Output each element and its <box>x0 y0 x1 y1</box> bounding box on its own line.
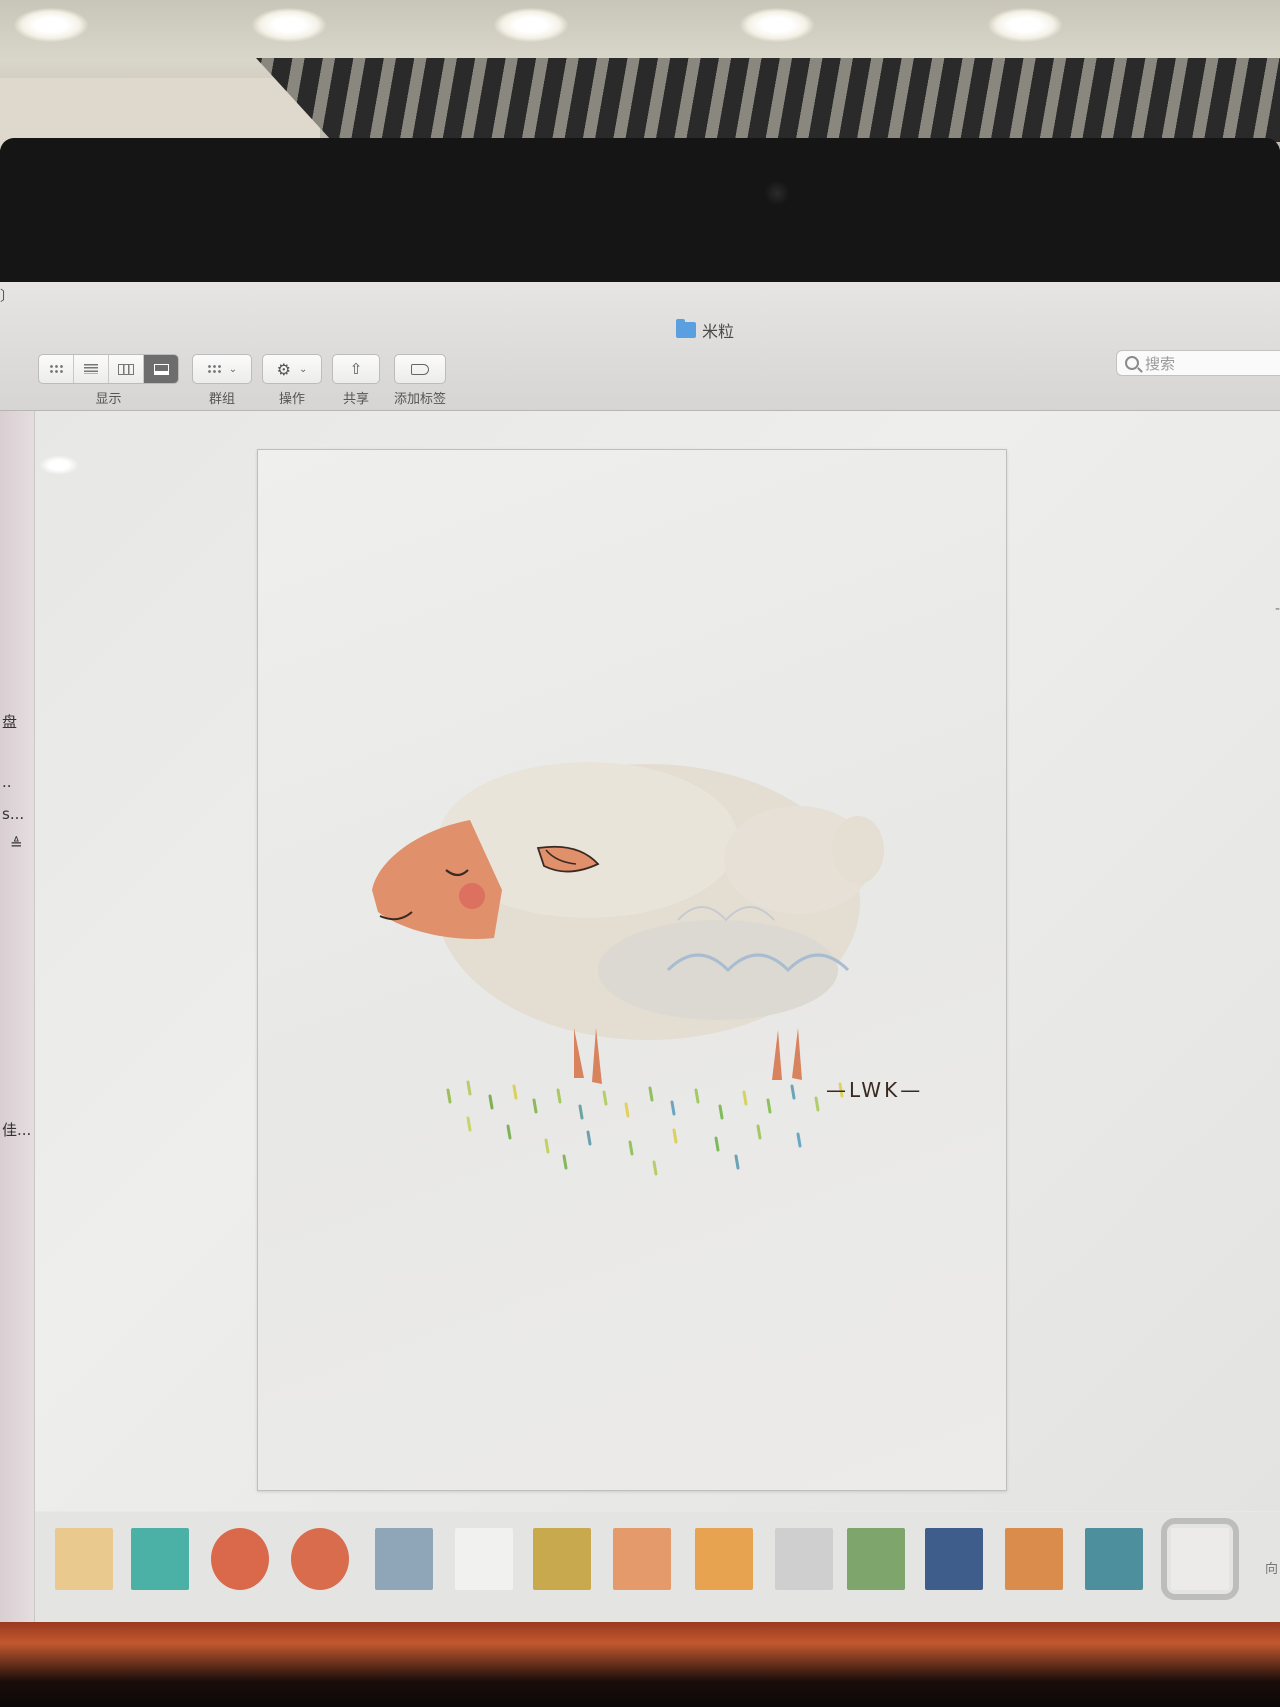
grid-icon <box>49 364 63 374</box>
ceiling-lamp <box>494 8 568 42</box>
search-icon <box>1125 356 1139 370</box>
view-mode-group: 显示 <box>38 354 179 407</box>
thumbnail-image <box>775 1528 833 1590</box>
group-by-control[interactable]: ⌄ <box>193 355 251 383</box>
tag-icon <box>411 363 429 375</box>
view-mode-label: 显示 <box>95 392 122 407</box>
thumbnail[interactable] <box>1085 1528 1143 1590</box>
sidebar: 盘 .. s... ≜ 佳... <box>0 411 35 1622</box>
share-label: 共享 <box>342 392 369 407</box>
thumbnail-image <box>847 1528 905 1590</box>
sheep-illustration <box>372 762 884 1176</box>
share-group: ⇧ 共享 <box>332 354 380 407</box>
thumbnail[interactable] <box>291 1528 349 1590</box>
add-tag-control[interactable] <box>395 355 445 383</box>
thumbnail-image <box>375 1528 433 1590</box>
thumbnail[interactable] <box>847 1528 905 1590</box>
add-tag-label: 添加标签 <box>394 392 447 407</box>
thumbnail[interactable] <box>613 1528 671 1590</box>
thumbnail-image <box>455 1528 513 1590</box>
window-title: 米粒 <box>676 319 735 341</box>
sheep-leg <box>792 1028 802 1080</box>
thumbnail[interactable] <box>925 1528 983 1590</box>
sidebar-item-fragment[interactable]: .. <box>2 773 12 791</box>
room-ceiling <box>0 0 1280 150</box>
group-by-button[interactable]: ⌄ <box>192 354 252 384</box>
sheep-leg <box>574 1028 584 1078</box>
ceiling-lamp <box>740 8 814 42</box>
cover-flow-view-button[interactable] <box>144 355 178 383</box>
action-control[interactable]: ⚙ ⌄ <box>263 355 321 383</box>
thumbnail[interactable] <box>375 1528 433 1590</box>
list-icon <box>84 364 98 374</box>
list-view-button[interactable] <box>74 355 109 383</box>
action-button[interactable]: ⚙ ⌄ <box>262 354 322 384</box>
thumbnail[interactable] <box>695 1528 753 1590</box>
sheep-leg <box>772 1030 782 1080</box>
group-by-label: 群组 <box>208 392 235 407</box>
sidebar-item-fragment[interactable]: 佳... <box>2 1119 31 1140</box>
share-button[interactable]: ⇧ <box>332 354 380 384</box>
thumbnail-selected[interactable] <box>1161 1518 1239 1600</box>
window-title-text: 米粒 <box>702 322 735 341</box>
search-field[interactable]: 搜索 <box>1116 350 1280 376</box>
finder-toolbar: 〕 米粒 显示 ⌄ 群组 ⚙ ⌄ 操作 ⇧ 共享 添加标签 搜索 <box>0 282 1280 411</box>
desk-surface <box>0 1622 1280 1707</box>
sheep-cheek <box>459 883 485 909</box>
thumbnail-image <box>1085 1528 1143 1590</box>
menu-fragment: 〕 <box>0 289 14 305</box>
thumbnail[interactable] <box>1005 1528 1063 1590</box>
group-by-group: ⌄ 群组 <box>192 354 252 407</box>
gear-icon: ⚙ <box>276 359 291 379</box>
chevron-down-icon: ⌄ <box>298 363 308 375</box>
group-grid-icon <box>206 364 221 374</box>
columns-icon <box>118 363 134 375</box>
screen: 〕 米粒 显示 ⌄ 群组 ⚙ ⌄ 操作 ⇧ 共享 添加标签 搜索 盘 .. s.… <box>0 282 1280 1622</box>
thumbnail-image <box>211 1528 269 1590</box>
thumbnail[interactable] <box>211 1528 269 1590</box>
ceiling-lamp <box>252 8 326 42</box>
thumbnail[interactable] <box>775 1528 833 1590</box>
cover-flow-icon <box>153 363 169 375</box>
sidebar-item-fragment[interactable]: s... <box>2 805 24 823</box>
filmstrip-trailing-fragment: 向 <box>1265 1562 1279 1577</box>
webcam <box>764 180 790 206</box>
thumbnail-image <box>55 1528 113 1590</box>
thumbnail-image <box>533 1528 591 1590</box>
search-placeholder: 搜索 <box>1145 354 1176 373</box>
thumbnail-image <box>1005 1528 1063 1590</box>
folder-icon <box>676 319 696 338</box>
thumbnail-image <box>1171 1528 1229 1590</box>
cover-flow-filmstrip: 向 <box>35 1512 1280 1622</box>
chevron-down-icon: ⌄ <box>228 363 238 375</box>
ceiling-lamp <box>14 8 88 42</box>
thumbnail[interactable] <box>131 1528 189 1590</box>
thumbnail[interactable] <box>533 1528 591 1590</box>
share-control[interactable]: ⇧ <box>333 355 379 383</box>
preview-page: —LWK— <box>257 449 1007 1491</box>
quicklook-preview: - —LWK— <box>35 411 1280 1511</box>
add-tag-button[interactable] <box>394 354 447 384</box>
action-label: 操作 <box>278 392 305 407</box>
eject-icon[interactable]: ≜ <box>10 835 23 853</box>
monitor-bezel <box>0 138 1280 288</box>
thumbnail-image <box>695 1528 753 1590</box>
thumbnail-image <box>131 1528 189 1590</box>
share-icon: ⇧ <box>349 360 363 378</box>
view-mode-segmented <box>38 354 179 384</box>
thumbnail[interactable] <box>55 1528 113 1590</box>
sidebar-item-disk[interactable]: 盘 <box>2 711 17 732</box>
scroll-marker: - <box>1274 601 1280 617</box>
ceiling-lamp <box>988 8 1062 42</box>
screen-glare <box>39 455 79 475</box>
icon-view-button[interactable] <box>39 355 74 383</box>
artist-signature: —LWK— <box>826 1078 924 1102</box>
tag-group: 添加标签 <box>394 354 447 407</box>
thumbnail-image <box>613 1528 671 1590</box>
thumbnail-image <box>291 1528 349 1590</box>
thumbnail[interactable] <box>455 1528 513 1590</box>
thumbnail-image <box>925 1528 983 1590</box>
action-group: ⚙ ⌄ 操作 <box>262 354 322 407</box>
column-view-button[interactable] <box>109 355 144 383</box>
